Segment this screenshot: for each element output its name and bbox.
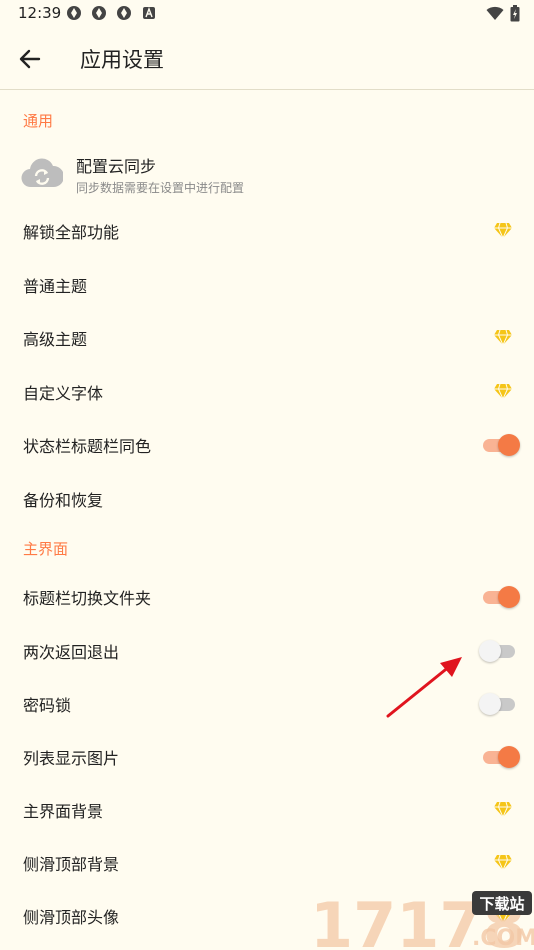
setting-label: 状态栏标题栏同色 [23,437,152,456]
app-notification-icon [92,6,106,20]
watermark-domain: .COM [472,926,534,950]
setting-backup-restore[interactable]: 备份和恢复 [0,472,534,525]
setting-label: 自定义字体 [23,384,104,403]
setting-titlebar-switch-folder[interactable]: 标题栏切换文件夹 [0,570,534,623]
wifi-icon [486,6,504,20]
setting-label: 两次返回退出 [23,643,120,662]
cloud-sync-subtitle: 同步数据需要在设置中进行配置 [76,181,245,195]
page-title: 应用设置 [80,48,164,72]
watermark-badge: 下载站 [479,895,524,913]
setting-advanced-theme[interactable]: 高级主题 [0,311,534,364]
diamond-icon [494,329,512,346]
diamond-icon [494,383,512,400]
setting-label: 列表显示图片 [23,749,120,768]
setting-drawer-top-background[interactable]: 侧滑顶部背景 [0,836,534,889]
setting-label: 备份和恢复 [23,491,104,510]
titlebar-switch-folder-toggle[interactable] [479,585,521,609]
cloud-sync-title: 配置云同步 [76,157,157,176]
app-notification-icon [67,6,81,20]
setting-label: 密码锁 [23,696,72,715]
section-header-main: 主界面 [23,540,69,558]
app-bar: 应用设置 [0,28,534,90]
watermark-logo: 17178 下载站 .COM [310,889,534,950]
setting-label: 普通主题 [23,277,88,296]
statusbar-same-color-toggle[interactable] [479,433,521,457]
double-back-exit-toggle[interactable] [479,639,521,663]
cloud-sync-row[interactable]: 配置云同步 同步数据需要在设置中进行配置 [0,140,534,208]
setting-label: 高级主题 [23,330,88,349]
setting-statusbar-same-color[interactable]: 状态栏标题栏同色 [0,418,534,471]
setting-unlock-all[interactable]: 解锁全部功能 [0,204,534,257]
cloud-sync-icon [21,158,63,188]
diamond-icon [494,222,512,239]
setting-label: 主界面背景 [23,802,104,821]
setting-label: 侧滑顶部头像 [23,908,120,927]
list-show-images-toggle[interactable] [479,745,521,769]
setting-list-show-images[interactable]: 列表显示图片 [0,730,534,783]
status-time: 12:39 [18,4,62,22]
status-bar: 12:39 [0,0,534,28]
password-lock-toggle[interactable] [479,692,521,716]
diamond-icon [494,801,512,818]
battery-icon [510,5,520,22]
setting-normal-theme[interactable]: 普通主题 [0,258,534,311]
app-notification-icon [117,6,131,20]
section-header-general: 通用 [23,112,54,130]
annotation-arrow-icon [386,657,462,718]
font-notification-icon [143,7,155,19]
diamond-icon [494,854,512,871]
back-arrow-icon[interactable] [14,43,46,75]
setting-label: 侧滑顶部背景 [23,855,120,874]
notification-icons [66,5,157,21]
setting-main-background[interactable]: 主界面背景 [0,783,534,836]
setting-label: 解锁全部功能 [23,223,120,242]
setting-label: 标题栏切换文件夹 [23,589,152,608]
system-icons [486,5,520,22]
setting-custom-font[interactable]: 自定义字体 [0,365,534,418]
